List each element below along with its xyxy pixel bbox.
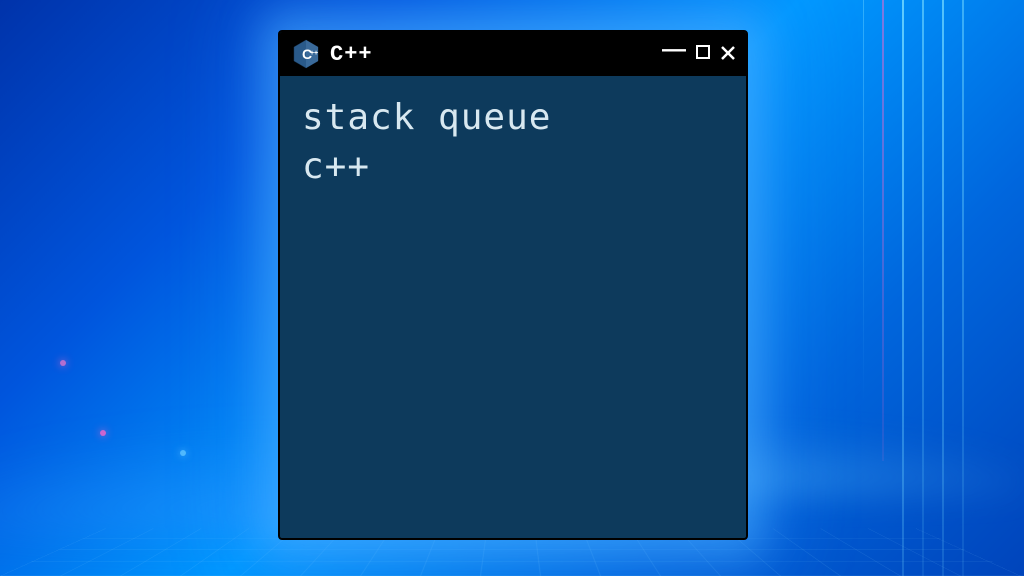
window-title: C++ [330,42,654,67]
glow-dot [60,360,66,366]
svg-text:+: + [314,50,318,57]
content-line-1: stack queue [302,94,724,143]
cpp-icon: C + + [290,38,322,70]
glow-dot [100,430,106,436]
content-line-2: c++ [302,143,724,192]
minimize-button[interactable]: — [662,38,686,62]
glow-dot [180,450,186,456]
terminal-window: C + + C++ — stack queue c++ [278,30,748,540]
titlebar[interactable]: C + + C++ — [280,32,746,76]
window-controls: — [662,43,736,65]
close-button[interactable] [720,43,736,65]
terminal-body[interactable]: stack queue c++ [280,76,746,209]
maximize-button[interactable] [696,45,710,63]
